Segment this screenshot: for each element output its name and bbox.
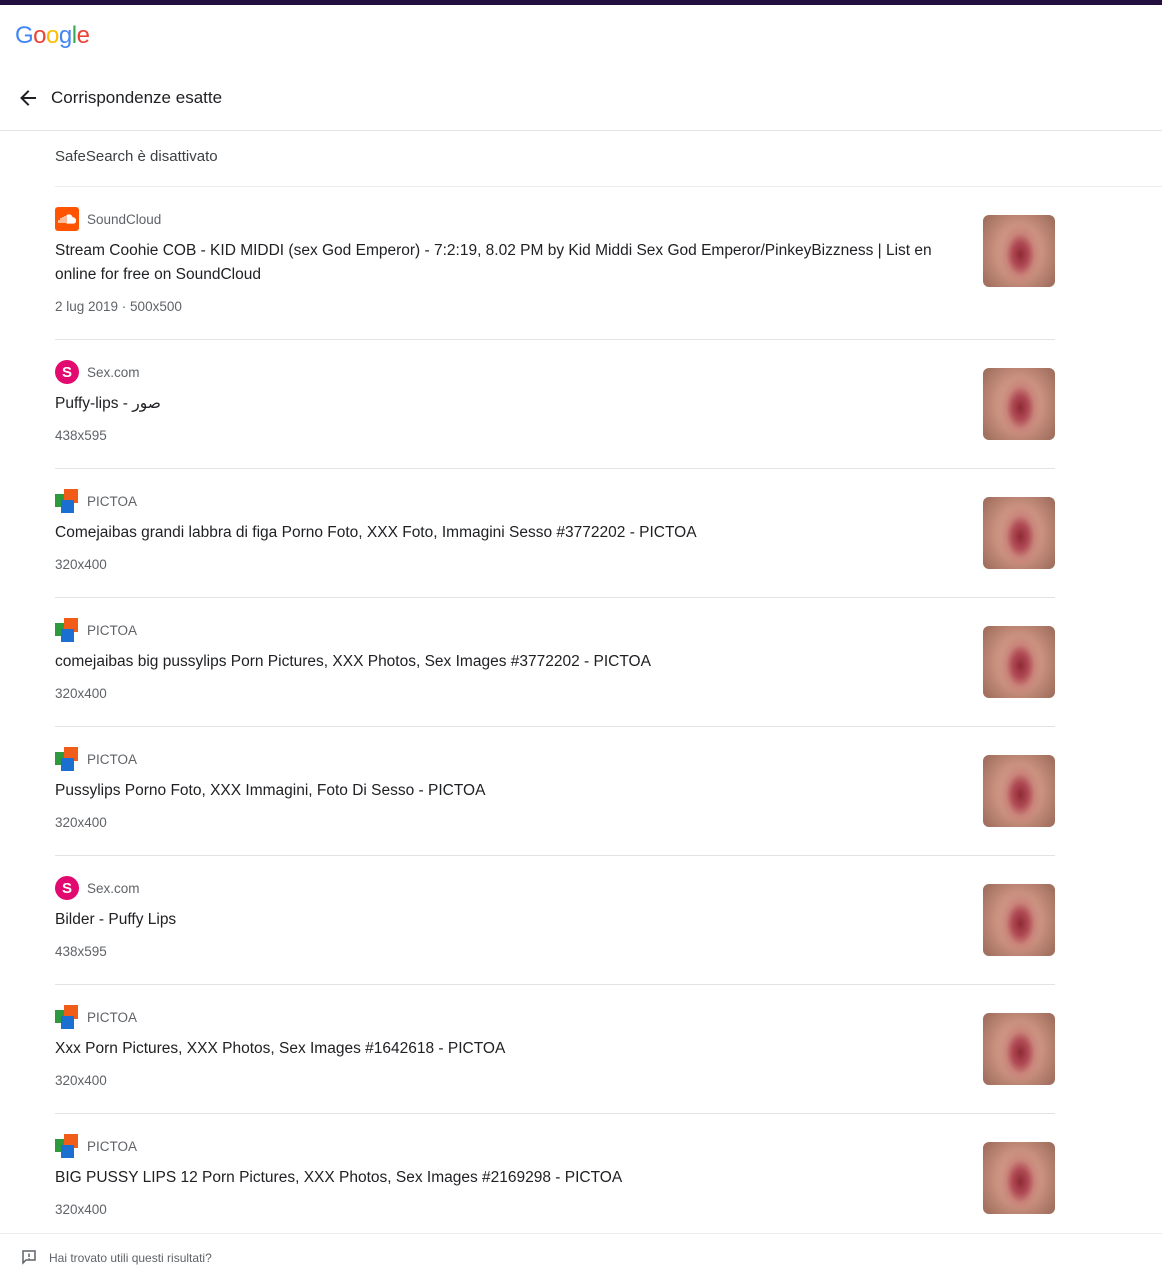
result-thumbnail[interactable] [983, 884, 1055, 956]
result-meta: 320x400 [55, 1073, 107, 1088]
source-name: PICTOA [87, 1138, 138, 1154]
soundcloud-icon [55, 207, 79, 231]
pictoa-icon [55, 489, 79, 513]
result-title[interactable]: Xxx Porn Pictures, XXX Photos, Sex Image… [55, 1037, 965, 1061]
result-title[interactable]: Puffy-lips - صور [55, 392, 965, 416]
source-name: PICTOA [87, 493, 138, 509]
pictoa-icon [55, 747, 79, 771]
result-item[interactable]: PICTOA Xxx Porn Pictures, XXX Photos, Se… [55, 985, 1055, 1114]
result-source: SoundCloud [55, 207, 161, 231]
safesearch-status[interactable]: SafeSearch è disattivato [55, 148, 218, 165]
result-source: PICTOA [55, 1134, 137, 1158]
sexcom-icon: S [55, 360, 79, 384]
result-source: S Sex.com [55, 360, 140, 384]
result-item[interactable]: PICTOA comejaibas big pussylips Porn Pic… [55, 598, 1055, 727]
source-name: PICTOA [87, 622, 138, 638]
result-item[interactable]: S Sex.com Bilder - Puffy Lips 438x595 [55, 856, 1055, 985]
page-header: Corrispondenze esatte [0, 76, 1162, 131]
result-title[interactable]: Stream Coohie COB - KID MIDDI (sex God E… [55, 239, 965, 287]
source-name: PICTOA [87, 1009, 138, 1025]
sexcom-icon: S [55, 876, 79, 900]
result-meta: 2 lug 2019 · 500x500 [55, 299, 182, 314]
result-item[interactable]: PICTOA Comejaibas grandi labbra di figa … [55, 469, 1055, 598]
result-meta: 320x400 [55, 686, 107, 701]
result-title[interactable]: BIG PUSSY LIPS 12 Porn Pictures, XXX Pho… [55, 1166, 965, 1190]
pictoa-icon [55, 1005, 79, 1029]
result-thumbnail[interactable] [983, 497, 1055, 569]
source-name: SoundCloud [87, 211, 162, 227]
result-title[interactable]: Bilder - Puffy Lips [55, 908, 965, 932]
result-thumbnail[interactable] [983, 368, 1055, 440]
result-title[interactable]: Pussylips Porno Foto, XXX Immagini, Foto… [55, 779, 965, 803]
result-item[interactable]: S Sex.com Puffy-lips - صور 438x595 [55, 340, 1055, 469]
result-item[interactable]: PICTOA BIG PUSSY LIPS 12 Porn Pictures, … [55, 1114, 1055, 1242]
results-list: SoundCloud Stream Coohie COB - KID MIDDI… [55, 187, 1055, 1242]
source-name: PICTOA [87, 751, 138, 767]
result-item[interactable]: SoundCloud Stream Coohie COB - KID MIDDI… [55, 187, 1055, 340]
result-thumbnail[interactable] [983, 1142, 1055, 1214]
source-name: Sex.com [87, 364, 140, 380]
page-title: Corrispondenze esatte [51, 88, 223, 107]
result-meta: 320x400 [55, 815, 107, 830]
feedback-bar[interactable]: Hai trovato utili questi risultati? [0, 1233, 1162, 1269]
result-thumbnail[interactable] [983, 755, 1055, 827]
result-thumbnail[interactable] [983, 1013, 1055, 1085]
result-meta: 438x595 [55, 428, 107, 443]
result-source: PICTOA [55, 747, 137, 771]
pictoa-icon [55, 618, 79, 642]
result-thumbnail[interactable] [983, 626, 1055, 698]
feedback-text[interactable]: Hai trovato utili questi risultati? [49, 1251, 212, 1265]
result-source: PICTOA [55, 489, 137, 513]
result-meta: 320x400 [55, 1202, 107, 1217]
top-accent-bar [0, 0, 1162, 5]
result-thumbnail[interactable] [983, 215, 1055, 287]
result-title[interactable]: Comejaibas grandi labbra di figa Porno F… [55, 521, 965, 545]
source-name: Sex.com [87, 880, 140, 896]
result-source: PICTOA [55, 618, 137, 642]
pictoa-icon [55, 1134, 79, 1158]
back-arrow-icon[interactable] [14, 84, 42, 112]
result-item[interactable]: PICTOA Pussylips Porno Foto, XXX Immagin… [55, 727, 1055, 856]
result-source: S Sex.com [55, 876, 140, 900]
result-meta: 438x595 [55, 944, 107, 959]
result-source: PICTOA [55, 1005, 137, 1029]
result-meta: 320x400 [55, 557, 107, 572]
google-logo[interactable]: Google [15, 22, 90, 50]
result-title[interactable]: comejaibas big pussylips Porn Pictures, … [55, 650, 965, 674]
feedback-icon[interactable] [21, 1249, 39, 1265]
